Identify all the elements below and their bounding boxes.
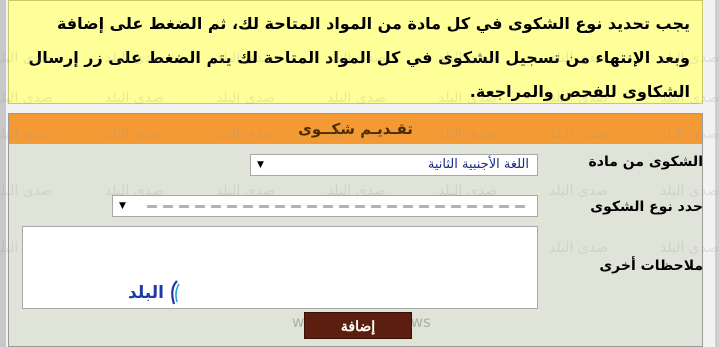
logo-text: البلد bbox=[128, 283, 164, 303]
notes-textarea[interactable] bbox=[22, 226, 538, 309]
dropdown-arrow-icon: ▼ bbox=[119, 201, 126, 211]
right-page-strip bbox=[715, 0, 719, 347]
left-page-strip bbox=[0, 0, 6, 347]
form-title: تقـديـم شكــوى bbox=[9, 114, 702, 144]
instructions-notice: يجب تحديد نوع الشكوى في كل مادة من الموا… bbox=[8, 0, 703, 104]
add-button[interactable]: إضافة bbox=[304, 312, 412, 339]
notes-label: ملاحظات أخرى bbox=[599, 258, 703, 274]
complaint-type-select-value bbox=[147, 205, 527, 208]
subject-select-value: اللغة الأجنبية الثانية bbox=[427, 157, 529, 172]
subject-select[interactable]: اللغة الأجنبية الثانية ▼ bbox=[250, 154, 538, 176]
complaint-type-select[interactable]: ▼ bbox=[112, 195, 538, 217]
instructions-text: يجب تحديد نوع الشكوى في كل مادة من الموا… bbox=[28, 14, 690, 101]
logo-mark-icon bbox=[171, 280, 180, 305]
subject-label: الشكوى من مادة bbox=[588, 154, 703, 170]
complaint-type-label: حدد نوع الشكوى bbox=[590, 199, 703, 215]
elbalad-logo: البلد bbox=[128, 280, 184, 310]
dropdown-arrow-icon: ▼ bbox=[257, 160, 264, 170]
